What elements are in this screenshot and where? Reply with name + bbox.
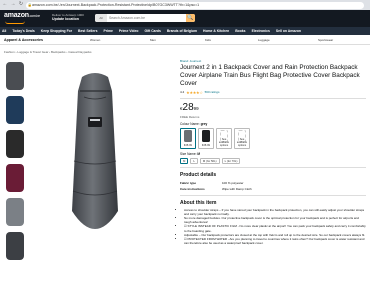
logo-text: amazon [4, 12, 29, 19]
size-option[interactable]: L [190, 157, 198, 164]
thumbnail[interactable] [6, 198, 24, 226]
colour-value: grey [200, 121, 208, 126]
forward-icon[interactable]: → [10, 1, 16, 8]
category-bar: Apparel & Accessories Women Men Kids Lug… [0, 35, 370, 45]
search-input[interactable] [107, 13, 186, 22]
product-details-heading: Product details [180, 171, 217, 178]
subnav-item[interactable]: Electronics [252, 27, 270, 35]
fact-row: Care instructions Wipe with Damp Cloth [180, 186, 366, 192]
about-heading: About this item [180, 199, 217, 206]
about-bullets: Access to shoulder straps – If you have … [180, 208, 366, 246]
bullet-item: ☑ STYLE INSTEAD OF PLASTIC FILM - No mor… [184, 224, 366, 232]
colour-swatch[interactable]: See available options [216, 127, 232, 149]
product-image[interactable] [60, 71, 130, 251]
star-rating-icon[interactable]: ★★★★☆ [186, 90, 203, 95]
product-facts: Fabric type 100 % polyester Care instruc… [180, 180, 366, 192]
category-title[interactable]: Apparel & Accessories [4, 35, 43, 45]
browser-nav: ← → ↻ [2, 1, 24, 8]
category-item[interactable]: Sportswear [318, 35, 333, 45]
size-option[interactable]: M (for 50L) [199, 157, 220, 164]
size-option[interactable]: L (for 70L) [221, 157, 241, 164]
fact-value: Wipe with Damp Cloth [222, 186, 252, 191]
colour-swatch[interactable]: See available options [234, 127, 250, 149]
product-title: Journext 2 in 1 Backpack Cover and Rain … [180, 64, 360, 87]
subnav-item[interactable]: Gift Cards [144, 27, 160, 35]
swatch-caption: €28.99 [202, 143, 210, 147]
category-item[interactable]: Luggage [258, 35, 270, 45]
ratings-count-link[interactable]: 560 ratings [205, 90, 220, 94]
address-bar[interactable]: 🔒 amazon.com.be/-/en/Journext-Backpack-P… [26, 1, 364, 9]
size-options: M L M (for 50L) L (for 70L) [180, 157, 366, 164]
product-info: Brand: Journext Journext 2 in 1 Backpack… [180, 56, 366, 246]
image-gallery [0, 56, 180, 282]
colour-swatch[interactable]: €28.99 [198, 127, 214, 149]
size-label-text: Size Name: [180, 151, 197, 156]
thumbnail[interactable] [6, 232, 24, 260]
swatch-caption: See available options [236, 137, 248, 147]
deliver-line2: Update location [52, 17, 79, 21]
brand-link[interactable]: Brand: Journext [180, 59, 366, 63]
rating-value: 4.4 [180, 90, 185, 94]
lock-icon: 🔒 [27, 2, 32, 7]
search-category-select[interactable]: All [95, 13, 107, 22]
subnav-item[interactable]: Brands of Belgium [167, 27, 197, 35]
browser-toolbar: ← → ↻ 🔒 amazon.com.be/-/en/Journext-Back… [0, 0, 370, 10]
colour-label-text: Colour Name: [180, 121, 200, 126]
subnav-item[interactable]: Today's Deals [12, 27, 34, 35]
subnav-item[interactable]: Books [235, 27, 245, 35]
price-currency: € [180, 105, 183, 111]
colour-swatches: €28.99 €28.99 See available options See … [180, 127, 366, 149]
thumbnail[interactable] [6, 130, 24, 158]
bullet-item: No more damaged buckles. Our protective … [184, 216, 366, 224]
colour-label: Colour Name: grey [180, 122, 366, 126]
logo-domain: .com.be [28, 14, 40, 18]
site-header: amazon.com.be Deliver to Antwerp 1000 Up… [0, 10, 370, 27]
bullet-item: ☑ PROTECTED FROM WATER - Are you plannin… [184, 237, 366, 245]
thumbnail[interactable] [6, 164, 24, 192]
subnav-item[interactable]: Best Sellers [78, 27, 97, 35]
category-item[interactable]: Kids [205, 35, 211, 45]
subnav-item[interactable]: Home & Kitchen [203, 27, 229, 35]
swatch-image [202, 130, 210, 142]
size-label: Size Name: M [180, 152, 366, 156]
swatch-caption: €28.99 [184, 143, 192, 147]
size-value: M [197, 151, 201, 156]
deliver-to[interactable]: Deliver to Antwerp 1000 Update location [52, 13, 84, 21]
address-text: amazon.com.be/-/en/Journext-Backpack-Pro… [32, 2, 200, 7]
search-icon[interactable]: 🔍 [186, 13, 195, 22]
category-item[interactable]: Men [150, 35, 156, 45]
back-icon[interactable]: ← [2, 1, 8, 8]
divider [180, 166, 366, 168]
breadcrumb[interactable]: Fashion › Luggage & Travel Gear › Backpa… [4, 50, 92, 54]
subnav-item[interactable]: Sell on Amazon [276, 27, 301, 35]
bullet-item: Access to shoulder straps – If you have … [184, 208, 366, 216]
thumbnail[interactable] [6, 96, 24, 124]
rating-row: 4.4 ★★★★☆ 560 ratings [180, 90, 366, 95]
subnav-item[interactable]: Prime Video [119, 27, 139, 35]
swatch-caption: See available options [218, 137, 230, 147]
category-item[interactable]: Women [90, 35, 100, 45]
price: €2899 [180, 101, 366, 113]
price-fraction: 99 [193, 105, 199, 111]
reload-icon[interactable]: ↻ [18, 1, 24, 8]
thumbnail[interactable] [6, 62, 24, 90]
divider [180, 194, 366, 196]
logo-smile-icon [5, 21, 25, 24]
subnav-item[interactable]: All [2, 27, 6, 35]
subnav-item[interactable]: Keep Shopping For [41, 27, 72, 35]
search-bar: All 🔍 [95, 13, 195, 22]
size-option[interactable]: M [180, 157, 189, 164]
divider [180, 97, 366, 99]
sub-navigation: All Today's Deals Keep Shopping For Best… [0, 27, 370, 35]
subnav-item[interactable]: Prime [103, 27, 112, 35]
price-whole: 28 [182, 101, 194, 113]
colour-swatch[interactable]: €28.99 [180, 127, 196, 149]
returns-link[interactable]: FREE Returns [180, 115, 366, 119]
swatch-image [184, 130, 192, 142]
amazon-logo[interactable]: amazon.com.be [4, 12, 40, 19]
fact-key: Care instructions [180, 186, 205, 191]
